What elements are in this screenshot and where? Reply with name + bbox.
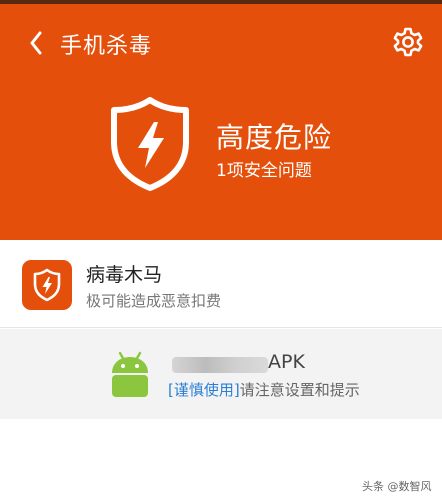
issue-count: 1项安全问题 bbox=[216, 161, 312, 181]
settings-button[interactable] bbox=[392, 26, 424, 58]
chevron-left-icon bbox=[30, 31, 42, 55]
shield-lightning-icon bbox=[33, 268, 61, 302]
threat-category-row[interactable]: 病毒木马 极可能造成恶意扣费 bbox=[0, 240, 442, 328]
gear-icon bbox=[393, 27, 423, 57]
page-title: 手机杀毒 bbox=[60, 34, 153, 59]
source-watermark: 头条 @数智风 bbox=[362, 480, 432, 493]
blurred-app-name bbox=[172, 357, 268, 373]
threat-description: 极可能造成恶意扣费 bbox=[86, 292, 222, 310]
back-button[interactable] bbox=[24, 30, 48, 56]
caution-tag: [谨慎使用] bbox=[168, 381, 240, 399]
header-panel: 手机杀毒 高度危险 1项安全问题 bbox=[0, 4, 442, 240]
shield-lightning-icon bbox=[111, 97, 189, 191]
app-list-item[interactable]: APK [谨慎使用]请注意设置和提示 bbox=[0, 329, 442, 419]
threat-icon-tile bbox=[22, 260, 72, 310]
app-name-suffix: APK bbox=[268, 351, 305, 373]
threat-title: 病毒木马 bbox=[86, 264, 163, 286]
app-warning-text: 请注意设置和提示 bbox=[239, 381, 360, 399]
app-warning: [谨慎使用]请注意设置和提示 bbox=[168, 379, 360, 400]
danger-level-title: 高度危险 bbox=[216, 121, 333, 154]
android-icon bbox=[112, 351, 148, 397]
